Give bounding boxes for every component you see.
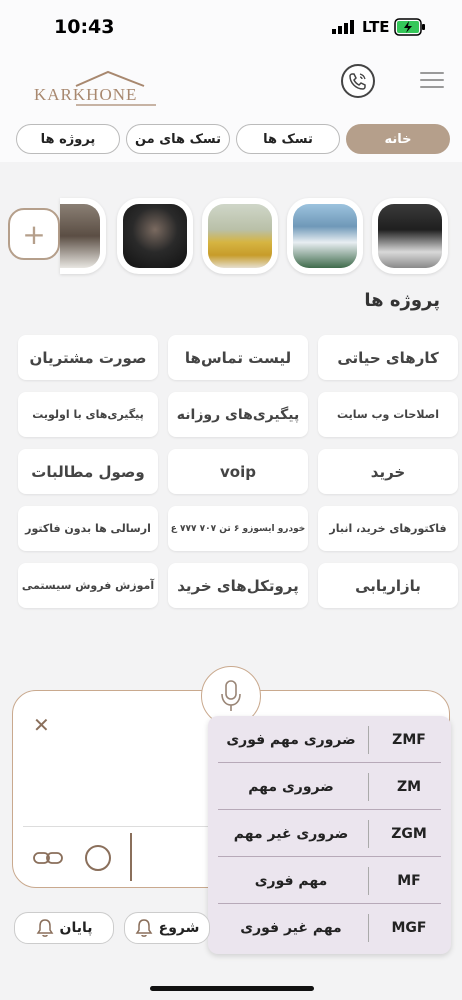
priority-label: مهم فوری (254, 872, 328, 889)
priority-code: MGF (391, 919, 427, 936)
priority-label: مهم غیر فوری (240, 919, 342, 936)
priority-option-mf[interactable]: مهم فوری MF (208, 857, 451, 904)
project-item[interactable]: خرید (318, 449, 458, 494)
user-avatar[interactable] (372, 198, 448, 274)
home-indicator (150, 986, 314, 991)
microphone-icon (221, 680, 241, 711)
clock: 10:43 (54, 16, 115, 38)
priority-option-zgm[interactable]: ضروری غیر مهم ZGM (208, 810, 451, 857)
project-item[interactable]: لیست تماس‌ها (168, 335, 308, 380)
record-button[interactable] (85, 845, 111, 871)
bell-icon (135, 919, 153, 937)
priority-option-zm[interactable]: ضروری مهم ZM (208, 763, 451, 810)
project-item[interactable]: کارهای حیاتی (318, 335, 458, 380)
priority-code: MF (397, 872, 421, 889)
top-tabs: خانه تسک ها تسک های من پروژه ها (0, 118, 462, 162)
attachment-link-icon[interactable] (33, 851, 63, 865)
project-item[interactable]: پروتکل‌های خرید (168, 563, 308, 608)
end-label: پایان (59, 920, 93, 936)
tab-projects[interactable]: پروژه ها (16, 124, 120, 154)
start-time-button[interactable]: شروع (124, 912, 210, 944)
add-user-button[interactable]: + (8, 208, 60, 260)
user-avatar[interactable] (117, 198, 193, 274)
priority-dropdown: ضروری مهم فوری ZMF ضروری مهم ZM ضروری غی… (208, 716, 451, 954)
plus-icon: + (22, 217, 46, 251)
tab-my-tasks[interactable]: تسک های من (126, 124, 230, 154)
project-item[interactable]: وصول مطالبات (18, 449, 158, 494)
project-item[interactable]: آموزش فروش سیستمی (18, 563, 158, 608)
priority-label: ضروری مهم (248, 778, 334, 795)
priority-code: ZM (396, 778, 422, 795)
divider (130, 833, 132, 881)
project-item[interactable]: ارسالی ها بدون فاکتور (18, 506, 158, 551)
tab-home[interactable]: خانه (346, 124, 450, 154)
user-avatars-row: + (0, 195, 462, 280)
priority-code: ZMF (392, 731, 426, 748)
tab-tasks[interactable]: تسک ها (236, 124, 340, 154)
priority-option-mgf[interactable]: مهم غیر فوری MGF (208, 904, 451, 951)
hamburger-menu-icon[interactable] (420, 72, 444, 92)
close-icon[interactable]: ✕ (33, 713, 50, 737)
end-time-button[interactable]: پایان (14, 912, 114, 944)
priority-option-zmf[interactable]: ضروری مهم فوری ZMF (208, 716, 451, 763)
user-avatar[interactable] (287, 198, 363, 274)
bell-icon (36, 919, 53, 937)
phone-icon (349, 73, 366, 90)
project-item[interactable]: پیگیری‌های روزانه (168, 392, 308, 437)
status-bar: 10:43 LTE (0, 0, 462, 56)
project-item[interactable]: صورت مشتریان (18, 335, 158, 380)
app-header: KARKHONE (0, 56, 462, 126)
project-item[interactable]: فاکتورهای خرید، انبار (318, 506, 458, 551)
karkhone-logo: KARKHONE (34, 70, 156, 106)
user-avatar[interactable] (60, 198, 106, 274)
project-item[interactable]: اصلاحات وب سایت (318, 392, 458, 437)
start-label: شروع (158, 920, 200, 936)
signal-icon (332, 20, 354, 34)
projects-section-title: پروژه ها (364, 290, 440, 311)
user-avatar[interactable] (202, 198, 278, 274)
project-item[interactable]: خودرو ایسوزو ۶ تن ۷۰۷ ۷۷۷ ع (168, 506, 308, 551)
divider (23, 826, 213, 827)
call-button[interactable] (341, 64, 375, 98)
battery-charging-icon (394, 18, 425, 36)
project-item[interactable]: بازاریابی (318, 563, 458, 608)
logo-text: KARKHONE (34, 85, 137, 104)
project-item[interactable]: پیگیری‌های با اولویت (18, 392, 158, 437)
priority-label: ضروری غیر مهم (233, 825, 349, 842)
priority-label: ضروری مهم فوری (226, 731, 356, 748)
project-item[interactable]: voip (168, 449, 308, 494)
priority-code: ZGM (391, 825, 427, 842)
network-label: LTE (362, 18, 390, 36)
